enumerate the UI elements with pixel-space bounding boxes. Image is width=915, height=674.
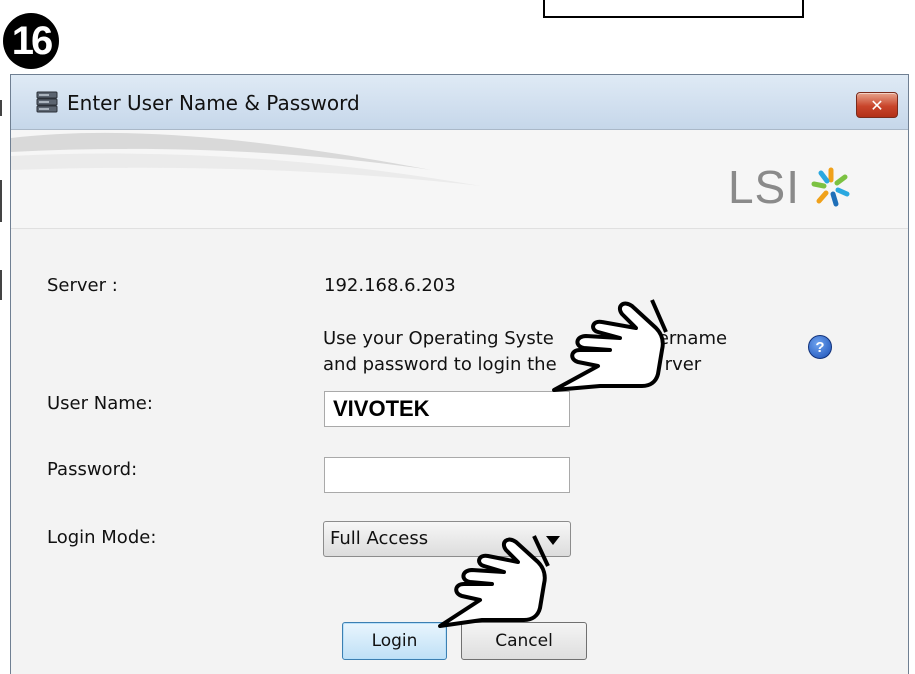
info-line2b: rver xyxy=(664,354,702,375)
username-label: User Name: xyxy=(47,393,153,414)
top-frame-fragment xyxy=(543,0,804,18)
help-icon[interactable]: ? xyxy=(808,335,832,359)
lsi-logo-text: LSI xyxy=(727,161,800,213)
window-title: Enter User Name & Password xyxy=(67,91,360,115)
left-edge-mark xyxy=(0,100,2,116)
banner: LSI xyxy=(11,130,908,229)
info-line1b: ername xyxy=(657,328,728,349)
left-edge-mark xyxy=(0,180,2,222)
login-mode-select[interactable]: Full Access xyxy=(323,521,571,557)
cancel-button[interactable]: Cancel xyxy=(461,622,587,660)
server-value: 192.168.6.203 xyxy=(324,275,456,296)
server-label: Server : xyxy=(47,275,118,296)
info-text: Use your Operating Syste ername and passw… xyxy=(323,326,763,378)
app-server-icon xyxy=(36,91,58,113)
title-bar[interactable]: Enter User Name & Password ✕ xyxy=(11,75,908,130)
login-button[interactable]: Login xyxy=(342,622,447,660)
lsi-logo-icon xyxy=(811,167,850,207)
close-button[interactable]: ✕ xyxy=(856,92,898,118)
username-value: VIVOTEK xyxy=(333,396,430,421)
password-label: Password: xyxy=(47,459,138,480)
info-line1: Use your Operating Syste xyxy=(323,328,554,349)
username-field[interactable]: VIVOTEK xyxy=(324,391,570,427)
close-icon: ✕ xyxy=(870,95,884,115)
password-field[interactable] xyxy=(324,457,570,493)
login-mode-value: Full Access xyxy=(330,528,429,549)
step-number-badge: 16 xyxy=(3,13,59,69)
info-line2: and password to login the xyxy=(323,354,557,375)
left-edge-mark xyxy=(0,270,2,300)
login-mode-label: Login Mode: xyxy=(47,527,157,548)
lsi-logo: LSI xyxy=(728,160,854,214)
dropdown-arrow-icon xyxy=(546,536,560,545)
login-dialog: Enter User Name & Password ✕ LSI Server … xyxy=(10,74,909,674)
